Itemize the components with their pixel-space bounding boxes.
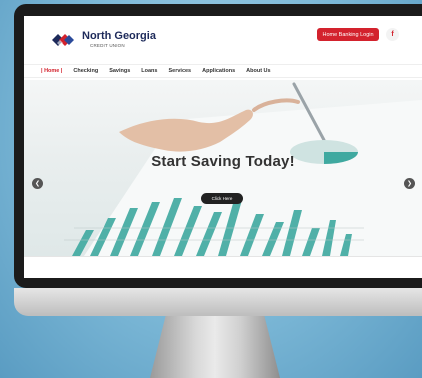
website-screen: North Georgia CREDIT UNION Home Banking … (24, 16, 422, 278)
nav-item-about-us[interactable]: About Us (246, 68, 270, 74)
nav-item-checking[interactable]: Checking (73, 68, 98, 74)
content-area (24, 256, 422, 278)
nav-item-applications[interactable]: Applications (202, 68, 235, 74)
click-here-button[interactable]: Click Here (201, 193, 243, 204)
main-nav: | Home | Checking Savings Loans Services… (24, 64, 422, 78)
monitor-stand (150, 316, 280, 378)
brand-subtitle: CREDIT UNION (90, 43, 125, 48)
brand-name[interactable]: North Georgia (82, 30, 156, 42)
hero-slider: Start Saving Today! Click Here ❮ ❯ (24, 80, 422, 256)
nav-item-services[interactable]: Services (168, 68, 191, 74)
monitor-chin (14, 288, 422, 316)
credit-union-logo-icon[interactable] (48, 30, 78, 50)
home-banking-login-button[interactable]: Home Banking Login (317, 28, 379, 41)
nav-item-savings[interactable]: Savings (109, 68, 130, 74)
chevron-right-icon[interactable]: ❯ (404, 178, 415, 189)
chevron-left-icon[interactable]: ❮ (32, 178, 43, 189)
facebook-icon[interactable]: f (386, 28, 399, 41)
nav-item-home[interactable]: | Home | (41, 68, 62, 74)
nav-item-loans[interactable]: Loans (141, 68, 157, 74)
hero-title: Start Saving Today! (151, 153, 295, 170)
site-header: North Georgia CREDIT UNION Home Banking … (24, 16, 422, 64)
